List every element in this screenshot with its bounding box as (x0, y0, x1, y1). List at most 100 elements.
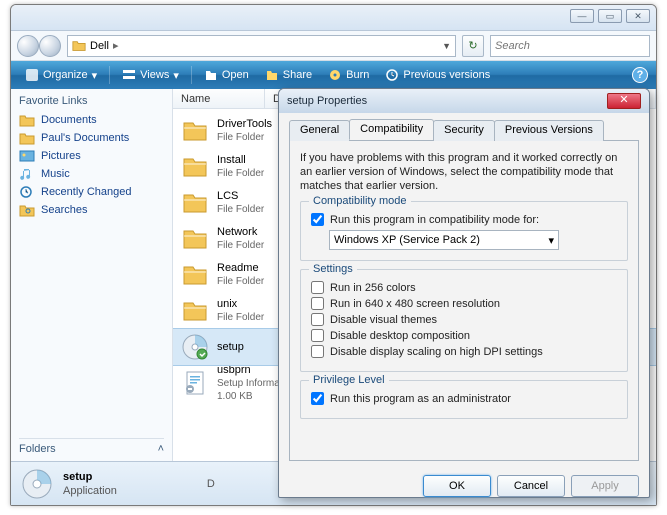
group-label: Compatibility mode (309, 195, 411, 207)
dialog-titlebar[interactable]: setup Properties ✕ (279, 89, 649, 113)
checkbox-input[interactable] (311, 392, 324, 405)
combobox-value: Windows XP (Service Pack 2) (334, 234, 480, 246)
sidebar-item-label: Documents (41, 114, 97, 126)
address-dropdown-icon[interactable]: ▼ (442, 41, 451, 51)
burn-button[interactable]: Burn (322, 66, 375, 84)
file-type: File Folder (217, 311, 264, 324)
checkbox-compat-mode[interactable]: Run this program in compatibility mode f… (311, 213, 617, 226)
maximize-button[interactable]: ▭ (598, 9, 622, 23)
organize-icon (25, 68, 39, 82)
close-button[interactable]: ✕ (626, 9, 650, 23)
forward-button[interactable] (39, 35, 61, 57)
expand-icon: ˄ (158, 443, 164, 455)
breadcrumb-separator: ▸ (113, 39, 119, 52)
dialog-buttons: OK Cancel Apply (279, 467, 649, 505)
folder-icon (181, 117, 209, 145)
breadcrumb-item[interactable]: Dell (90, 40, 109, 52)
status-name: setup (63, 470, 117, 484)
share-button[interactable]: Share (259, 66, 318, 84)
checkbox-label: Disable visual themes (330, 314, 437, 326)
favorite-links-header: Favorite Links (19, 95, 164, 107)
dialog-title: setup Properties (287, 95, 367, 107)
sidebar-item-documents[interactable]: Documents (19, 111, 164, 129)
command-bar: Organize ▾ Views ▾ Open Share Burn Previ… (11, 61, 656, 89)
previous-versions-label: Previous versions (403, 69, 490, 81)
documents-icon (19, 113, 35, 127)
inf-icon (181, 369, 209, 397)
checkbox-label: Run this program as an administrator (330, 393, 511, 405)
apply-button[interactable]: Apply (571, 475, 639, 497)
navigation-bar: Dell ▸ ▼ ↻ (11, 31, 656, 61)
folder-icon (181, 261, 209, 289)
history-icon (385, 68, 399, 82)
sidebar-item-pictures[interactable]: Pictures (19, 147, 164, 165)
combobox-compat-os[interactable]: Windows XP (Service Pack 2) ▾ (329, 230, 559, 250)
sidebar-item-searches[interactable]: Searches (19, 201, 164, 219)
views-icon (122, 68, 136, 82)
compat-intro-text: If you have problems with this program a… (300, 151, 628, 193)
checkbox-input[interactable] (311, 313, 324, 326)
views-menu[interactable]: Views ▾ (116, 66, 185, 84)
open-button[interactable]: Open (198, 66, 255, 84)
tab-content: If you have problems with this program a… (289, 141, 639, 461)
column-header-name[interactable]: Name (173, 89, 265, 108)
organize-menu[interactable]: Organize ▾ (19, 66, 103, 84)
sidebar-item-pauls-documents[interactable]: Paul's Documents (19, 129, 164, 147)
properties-dialog: setup Properties ✕ General Compatibility… (278, 88, 650, 498)
chevron-down-icon: ▾ (173, 69, 179, 82)
checkbox-input[interactable] (311, 329, 324, 342)
sidebar-item-label: Searches (41, 204, 87, 216)
checkbox-compat-mode-input[interactable] (311, 213, 324, 226)
window-titlebar[interactable]: — ▭ ✕ (11, 5, 656, 31)
checkbox-run-as-admin[interactable]: Run this program as an administrator (311, 392, 617, 405)
checkbox-label: Run this program in compatibility mode f… (330, 214, 539, 226)
music-icon (19, 167, 35, 181)
group-label: Privilege Level (309, 374, 389, 386)
tab-general[interactable]: General (289, 120, 350, 141)
folder-icon (181, 189, 209, 217)
sidebar-item-recently-changed[interactable]: Recently Changed (19, 183, 164, 201)
minimize-button[interactable]: — (570, 9, 594, 23)
file-name: setup (217, 341, 244, 354)
ok-button[interactable]: OK (423, 475, 491, 497)
cancel-button[interactable]: Cancel (497, 475, 565, 497)
checkbox-input[interactable] (311, 281, 324, 294)
open-icon (204, 68, 218, 82)
dialog-close-button[interactable]: ✕ (607, 93, 641, 109)
cd-icon (181, 333, 209, 361)
file-type: File Folder (217, 131, 272, 144)
previous-versions-button[interactable]: Previous versions (379, 66, 496, 84)
checkbox-disable-dpi-scaling[interactable]: Disable display scaling on high DPI sett… (311, 345, 617, 358)
file-name: Install (217, 154, 264, 167)
address-bar[interactable]: Dell ▸ ▼ (67, 35, 456, 57)
file-type: File Folder (217, 203, 264, 216)
recent-icon (19, 185, 35, 199)
search-input[interactable] (490, 35, 650, 57)
checkbox-input[interactable] (311, 345, 324, 358)
searches-icon (19, 203, 35, 217)
group-compatibility-mode: Compatibility mode Run this program in c… (300, 201, 628, 261)
checkbox-256-colors[interactable]: Run in 256 colors (311, 281, 617, 294)
tab-compatibility[interactable]: Compatibility (349, 119, 434, 140)
folders-pane-header[interactable]: Folders ˄ (19, 438, 164, 455)
group-settings: Settings Run in 256 colors Run in 640 x … (300, 269, 628, 372)
checkbox-disable-composition[interactable]: Disable desktop composition (311, 329, 617, 342)
checkbox-640x480[interactable]: Run in 640 x 480 screen resolution (311, 297, 617, 310)
checkbox-label: Run in 256 colors (330, 282, 416, 294)
file-name: Readme (217, 262, 264, 275)
tab-previous-versions[interactable]: Previous Versions (494, 120, 604, 141)
sidebar-item-music[interactable]: Music (19, 165, 164, 183)
help-button[interactable]: ? (632, 67, 648, 83)
burn-label: Burn (346, 69, 369, 81)
file-name: LCS (217, 190, 264, 203)
dialog-tabs: General Compatibility Security Previous … (289, 119, 639, 141)
group-label: Settings (309, 263, 357, 275)
sidebar-item-label: Pictures (41, 150, 81, 162)
folders-label: Folders (19, 443, 56, 455)
checkbox-disable-themes[interactable]: Disable visual themes (311, 313, 617, 326)
tab-security[interactable]: Security (433, 120, 495, 141)
checkbox-input[interactable] (311, 297, 324, 310)
file-name: unix (217, 298, 264, 311)
back-button[interactable] (17, 35, 39, 57)
refresh-button[interactable]: ↻ (462, 35, 484, 57)
